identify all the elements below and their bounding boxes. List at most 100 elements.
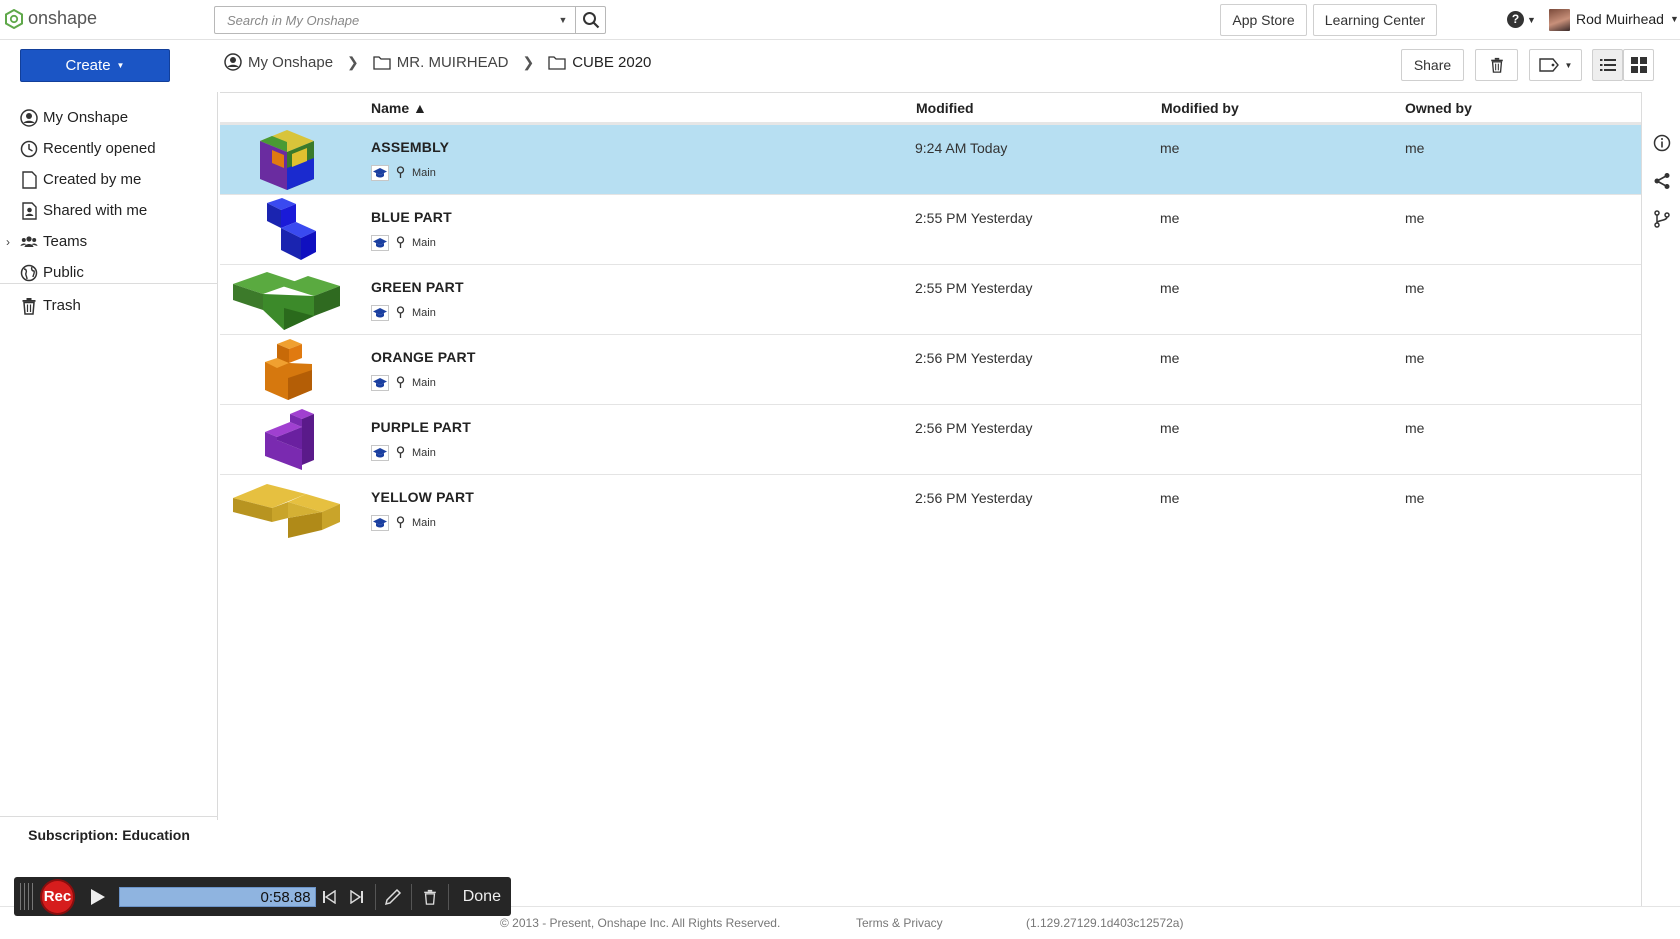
chevron-down-icon[interactable]: ▼ [1670, 14, 1679, 24]
sidebar-item-teams[interactable]: › Teams [0, 226, 217, 257]
avatar[interactable] [1549, 9, 1570, 31]
owned-by: me [1405, 350, 1425, 366]
branch-name: Main [412, 307, 436, 319]
table-row[interactable]: GREEN PART Main 2:55 PM Yesterday me me [220, 265, 1641, 335]
modified-date: 2:56 PM Yesterday [915, 350, 1033, 366]
table-row[interactable]: ASSEMBLY Main 9:24 AM Today me me [220, 125, 1641, 195]
chevron-down-icon: ▼ [1564, 60, 1573, 70]
drag-handle[interactable] [20, 883, 36, 910]
chevron-right-icon: ❯ [522, 53, 535, 70]
graduation-cap-icon [371, 515, 389, 531]
done-button[interactable]: Done [453, 888, 511, 906]
search-button[interactable] [575, 7, 605, 33]
sidebar-item-created-by-me[interactable]: Created by me [0, 164, 217, 195]
shared-user-icon [20, 201, 38, 220]
document-name[interactable]: GREEN PART [371, 279, 464, 295]
grid-view-button[interactable] [1623, 49, 1654, 81]
document-name[interactable]: PURPLE PART [371, 419, 471, 435]
app-store-button[interactable]: App Store [1220, 4, 1307, 36]
search-input[interactable] [215, 7, 551, 33]
table-row[interactable]: BLUE PART Main 2:55 PM Yesterday me me [220, 195, 1641, 265]
help-icon: ? [1507, 11, 1524, 28]
trash-icon [424, 889, 436, 905]
terms-link[interactable]: Terms & Privacy [856, 916, 943, 930]
table-row[interactable]: PURPLE PART Main 2:56 PM Yesterday me me [220, 405, 1641, 475]
table-row[interactable]: YELLOW PART Main 2:56 PM Yesterday me me [220, 475, 1641, 545]
play-button[interactable] [83, 882, 113, 912]
sidebar-item-shared-with-me[interactable]: Shared with me [0, 195, 217, 226]
tag-icon [1538, 58, 1559, 72]
breadcrumb-my-onshape[interactable]: My Onshape [248, 54, 333, 71]
branch-icon [396, 165, 405, 181]
trash-icon [1490, 57, 1503, 73]
info-icon[interactable] [1653, 134, 1671, 152]
chevron-down-icon: ▼ [116, 61, 125, 70]
breadcrumb-current-folder[interactable]: CUBE 2020 [572, 54, 651, 71]
branch-name: Main [412, 377, 436, 389]
orange-part-thumbnail [265, 339, 312, 400]
document-name[interactable]: YELLOW PART [371, 489, 474, 505]
trash-button[interactable] [1475, 49, 1518, 81]
recording-timeline[interactable]: 0:58.88 [118, 886, 316, 907]
graduation-cap-icon [371, 445, 389, 461]
branch-icon [396, 375, 405, 391]
skip-back-button[interactable] [316, 883, 344, 911]
sidebar-item-label: Teams [43, 233, 88, 250]
sidebar-item-label: Shared with me [43, 202, 148, 219]
yellow-part-thumbnail [233, 484, 340, 538]
folder-icon [373, 55, 391, 70]
version-text: (1.129.27129.1d403c12572a) [1026, 916, 1184, 930]
document-name[interactable]: ORANGE PART [371, 349, 476, 365]
sidebar-item-label: Recently opened [43, 140, 156, 157]
screen-recorder-toolbar: Rec 0:58.88 Done [14, 877, 511, 916]
pencil-icon [385, 888, 402, 905]
sidebar-item-label: Created by me [43, 171, 142, 188]
branch-name: Main [412, 237, 436, 249]
user-name[interactable]: Rod Muirhead [1576, 11, 1664, 27]
modified-by: me [1160, 490, 1180, 506]
sidebar-item-trash[interactable]: Trash [0, 290, 217, 321]
clock-icon [20, 140, 38, 158]
separator [447, 883, 449, 910]
breadcrumb-folder[interactable]: MR. MUIRHEAD [397, 54, 509, 71]
column-header-name[interactable]: Name ▲ [371, 100, 427, 116]
app-name: onshape [28, 8, 98, 28]
sidebar-item-recently-opened[interactable]: Recently opened [0, 133, 217, 164]
column-header-modified[interactable]: Modified [916, 100, 974, 116]
document-meta: Main [371, 165, 436, 181]
chevron-right-icon[interactable]: › [6, 235, 10, 249]
search-filter-caret-icon[interactable]: ▼ [551, 7, 575, 33]
owned-by: me [1405, 490, 1425, 506]
learning-center-button[interactable]: Learning Center [1313, 4, 1437, 36]
document-name[interactable]: BLUE PART [371, 209, 452, 225]
share-button[interactable]: Share [1401, 49, 1464, 81]
graduation-cap-icon [371, 305, 389, 321]
owned-by: me [1405, 420, 1425, 436]
edit-button[interactable] [380, 883, 408, 911]
column-header-owned-by[interactable]: Owned by [1405, 100, 1472, 116]
version-graph-icon[interactable] [1653, 210, 1671, 228]
skip-back-icon [323, 889, 337, 904]
skip-forward-button[interactable] [343, 883, 371, 911]
create-button[interactable]: Create ▼ [20, 49, 170, 82]
modified-date: 9:24 AM Today [915, 140, 1008, 156]
onshape-logo[interactable]: onshape [5, 8, 97, 29]
list-view-button[interactable] [1592, 49, 1623, 81]
sidebar: My Onshape Recently opened Created by me… [0, 92, 218, 820]
column-header-modified-by[interactable]: Modified by [1161, 100, 1239, 116]
help-menu[interactable]: ? ▼ [1507, 11, 1536, 28]
table-row[interactable]: ORANGE PART Main 2:56 PM Yesterday me me [220, 335, 1641, 405]
search-box: ▼ [214, 6, 606, 34]
document-name[interactable]: ASSEMBLY [371, 139, 449, 155]
graduation-cap-icon [371, 235, 389, 251]
sidebar-nav: My Onshape Recently opened Created by me… [0, 92, 217, 321]
document-meta: Main [371, 445, 436, 461]
list-header: Name ▲ Modified Modified by Owned by [220, 93, 1641, 125]
delete-recording-button[interactable] [416, 883, 444, 911]
record-button[interactable]: Rec [39, 878, 76, 915]
label-menu-button[interactable]: ▼ [1529, 49, 1582, 81]
sidebar-item-my-onshape[interactable]: My Onshape [0, 102, 217, 133]
globe-icon [20, 264, 38, 282]
share-icon[interactable] [1653, 172, 1671, 190]
purple-part-thumbnail [265, 409, 314, 470]
